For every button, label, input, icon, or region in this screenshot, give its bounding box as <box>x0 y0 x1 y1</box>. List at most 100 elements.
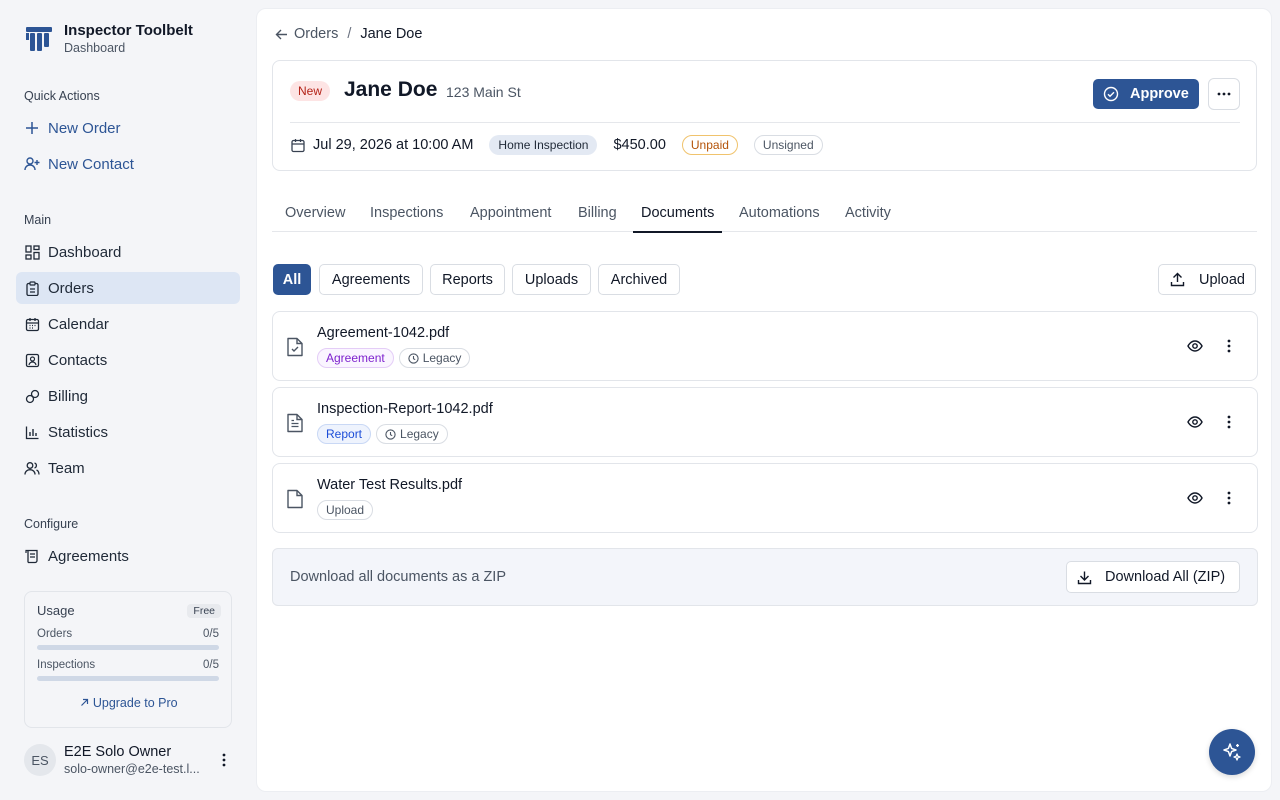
new-order-label: New Order <box>48 119 121 137</box>
sidebar-item-calendar[interactable]: Calendar <box>16 308 240 340</box>
brand-logo-icon <box>26 27 52 51</box>
document-type-tag: Agreement <box>317 348 394 368</box>
sparkles-icon <box>1223 743 1241 761</box>
user-plus-icon <box>24 156 40 172</box>
file-check-icon <box>287 337 303 357</box>
breadcrumb: Orders / Jane Doe <box>275 26 422 42</box>
document-name: Inspection-Report-1042.pdf <box>317 401 493 417</box>
upload-label: Upload <box>1199 271 1245 288</box>
eye-icon[interactable] <box>1187 414 1203 430</box>
eye-icon[interactable] <box>1187 490 1203 506</box>
document-tags: Report Legacy <box>317 424 453 444</box>
tab-overview[interactable]: Overview <box>285 205 345 232</box>
new-order-button[interactable]: New Order <box>16 112 240 144</box>
sidebar-item-label: Billing <box>48 387 89 405</box>
legacy-label: Legacy <box>400 427 439 441</box>
breadcrumb-current: Jane Doe <box>360 26 423 42</box>
ai-assistant-button[interactable] <box>1209 729 1255 775</box>
divider <box>290 122 1240 123</box>
user-profile[interactable]: ES E2E Solo Owner solo-owner@e2e-test.l.… <box>24 744 240 778</box>
brand[interactable]: Inspector Toolbelt Dashboard <box>24 22 193 56</box>
usage-panel: Usage Free Orders 0/5 Inspections 0/5 Up… <box>24 591 232 728</box>
billing-icon <box>24 388 40 404</box>
upgrade-link[interactable]: Upgrade to Pro <box>25 696 233 710</box>
kebab-icon[interactable] <box>216 752 232 768</box>
scroll-icon <box>24 548 40 564</box>
filter-uploads-button[interactable]: Uploads <box>512 264 591 295</box>
zip-description: Download all documents as a ZIP <box>290 569 506 585</box>
download-all-zip-button[interactable]: Download All (ZIP) <box>1066 561 1240 593</box>
upload-button[interactable]: Upload <box>1158 264 1256 295</box>
tab-automations[interactable]: Automations <box>739 205 820 232</box>
document-type-tag: Report <box>317 424 372 444</box>
filter-all-button[interactable]: All <box>273 264 311 295</box>
brand-title: Inspector Toolbelt <box>64 22 193 39</box>
legacy-label: Legacy <box>422 351 462 365</box>
document-row[interactable]: Water Test Results.pdf Upload <box>272 463 1258 533</box>
section-label-configure: Configure <box>24 517 79 531</box>
document-tags: Agreement Legacy <box>317 348 475 368</box>
document-name: Water Test Results.pdf <box>317 477 463 493</box>
clock-icon <box>408 352 419 364</box>
section-label-main: Main <box>24 213 52 227</box>
sidebar: Inspector Toolbelt Dashboard Quick Actio… <box>0 0 256 800</box>
document-tags: Upload <box>317 500 378 520</box>
sidebar-item-label: Dashboard <box>48 243 122 261</box>
section-label-quick-actions: Quick Actions <box>24 89 100 103</box>
filter-archived-button[interactable]: Archived <box>598 264 680 295</box>
sidebar-item-statistics[interactable]: Statistics <box>16 416 240 448</box>
sidebar-item-dashboard[interactable]: Dashboard <box>16 236 240 268</box>
tab-inspections[interactable]: Inspections <box>370 205 443 232</box>
approve-label: Approve <box>1130 86 1189 102</box>
filter-agreements-button[interactable]: Agreements <box>319 264 423 295</box>
document-type-tag: Upload <box>317 500 374 520</box>
sidebar-item-contacts[interactable]: Contacts <box>16 344 240 376</box>
check-circle-icon <box>1103 86 1119 102</box>
tab-bar: Overview Inspections Appointment Billing… <box>272 199 1257 233</box>
service-type-badge: Home Inspection <box>489 135 598 155</box>
tab-activity[interactable]: Activity <box>845 205 891 232</box>
kebab-icon[interactable] <box>1221 490 1237 506</box>
filter-reports-button[interactable]: Reports <box>430 264 505 295</box>
tab-billing[interactable]: Billing <box>578 205 617 232</box>
kebab-icon[interactable] <box>1221 338 1237 354</box>
usage-inspections-value: 0/5 <box>203 659 219 671</box>
tab-documents[interactable]: Documents <box>632 205 723 233</box>
user-name: E2E Solo Owner <box>64 744 172 760</box>
plus-icon <box>24 120 40 136</box>
usage-inspections-label: Inspections <box>37 659 96 671</box>
more-actions-button[interactable] <box>1208 78 1240 110</box>
signature-status-badge: Unsigned <box>753 135 823 155</box>
usage-orders-value: 0/5 <box>203 628 219 640</box>
document-row[interactable]: Inspection-Report-1042.pdf Report Legacy <box>272 387 1258 457</box>
contact-card-icon <box>24 352 40 368</box>
sidebar-item-label: Agreements <box>48 547 129 565</box>
file-text-icon <box>287 413 303 433</box>
sidebar-item-orders[interactable]: Orders <box>16 272 240 304</box>
order-date: Jul 29, 2026 at 10:00 AM <box>291 137 473 153</box>
ellipsis-icon <box>1217 92 1231 96</box>
document-row[interactable]: Agreement-1042.pdf Agreement Legacy <box>272 311 1258 381</box>
upgrade-label: Upgrade to Pro <box>92 696 178 710</box>
legacy-tag: Legacy <box>398 348 471 368</box>
tab-appointment[interactable]: Appointment <box>470 205 551 232</box>
user-email: solo-owner@e2e-test.l... <box>64 762 200 776</box>
new-contact-button[interactable]: New Contact <box>16 148 240 180</box>
sidebar-item-team[interactable]: Team <box>16 452 240 484</box>
usage-orders-row: Orders 0/5 <box>37 628 219 640</box>
arrow-up-right-icon <box>80 696 92 710</box>
approve-button[interactable]: Approve <box>1093 79 1199 109</box>
upload-icon <box>1170 272 1185 287</box>
kebab-icon[interactable] <box>1221 414 1237 430</box>
legacy-tag: Legacy <box>376 424 448 444</box>
sidebar-item-label: Team <box>48 459 85 477</box>
eye-icon[interactable] <box>1187 338 1203 354</box>
file-icon <box>287 489 303 509</box>
clipboard-icon <box>24 280 40 296</box>
breadcrumb-back-link[interactable]: Orders <box>275 26 338 42</box>
sidebar-item-billing[interactable]: Billing <box>16 380 240 412</box>
sidebar-item-agreements[interactable]: Agreements <box>16 540 240 572</box>
sidebar-item-label: Calendar <box>48 315 109 333</box>
calendar-icon <box>291 138 305 153</box>
sidebar-item-label: Statistics <box>48 423 109 441</box>
